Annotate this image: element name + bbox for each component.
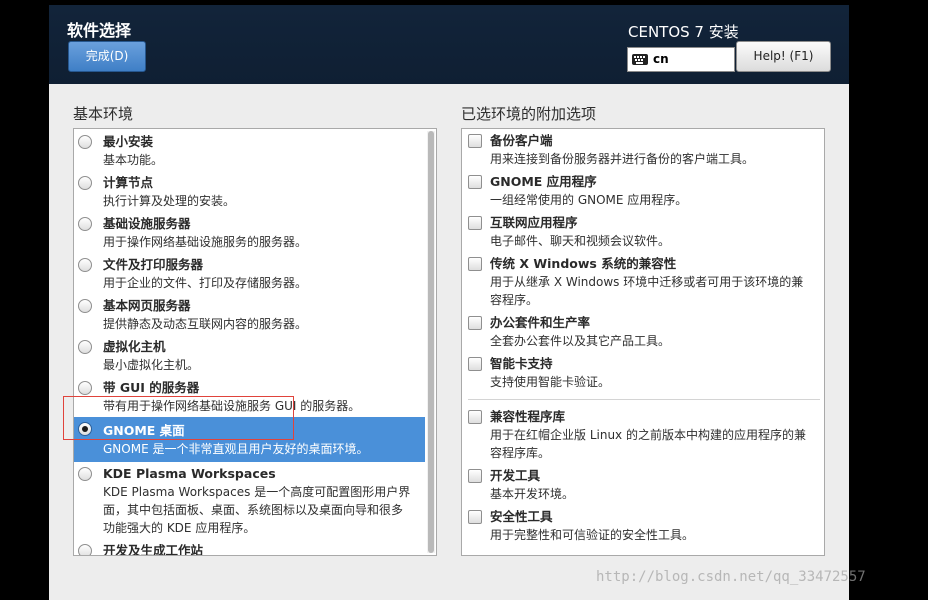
environment-option[interactable]: KDE Plasma Workspaces KDE Plasma Workspac… [74, 462, 425, 539]
addon-description: 电子邮件、聊天和视频会议软件。 [490, 234, 671, 248]
environment-description: KDE Plasma Workspaces 是一个高度可配置图形用户界面，其中包… [103, 485, 411, 535]
environment-option[interactable]: 开发及生成工作站用于软件、硬件、图形或者内容开发的工作站。 [74, 539, 425, 556]
radio-button[interactable] [78, 135, 92, 149]
install-title: CENTOS 7 安装 [628, 23, 739, 41]
radio-button[interactable] [78, 422, 92, 436]
addons-label: 已选环境的附加选项 [461, 105, 597, 123]
radio-button[interactable] [78, 176, 92, 190]
addon-description: 支持使用智能卡验证。 [490, 375, 611, 389]
environment-title: 基本网页服务器 [103, 298, 191, 313]
environment-option[interactable]: 带 GUI 的服务器带有用于操作网络基础设施服务 GUI 的服务器。 [74, 376, 425, 417]
addon-description: 用于从继承 X Windows 环境中迁移或者可用于该环境的兼容程序。 [490, 275, 804, 307]
environment-option[interactable]: 文件及打印服务器用于企业的文件、打印及存储服务器。 [74, 253, 425, 294]
environment-description: 提供静态及动态互联网内容的服务器。 [103, 317, 308, 331]
environment-title: KDE Plasma Workspaces [103, 466, 276, 481]
addon-option[interactable]: 安全性工具用于完整性和可信验证的安全性工具。 [462, 506, 824, 547]
done-button[interactable]: 完成(D) [68, 41, 146, 72]
radio-button[interactable] [78, 544, 92, 555]
env-list-scrollbar[interactable] [427, 131, 435, 553]
checkbox[interactable] [468, 469, 482, 483]
addon-divider [468, 399, 820, 400]
addon-description: 用来连接到备份服务器并进行备份的客户端工具。 [490, 152, 755, 166]
environment-title: 开发及生成工作站 [103, 543, 204, 556]
environment-title: 计算节点 [103, 175, 154, 190]
addon-description: 全套办公套件以及其它产品工具。 [490, 334, 671, 348]
header-bar: 软件选择 完成(D) CENTOS 7 安装 cn Help! (F1) [49, 5, 849, 84]
environment-option[interactable]: 基本网页服务器提供静态及动态互联网内容的服务器。 [74, 294, 425, 335]
environment-option[interactable]: 计算节点执行计算及处理的安装。 [74, 171, 425, 212]
checkbox[interactable] [468, 134, 482, 148]
checkbox[interactable] [468, 410, 482, 424]
radio-button[interactable] [78, 340, 92, 354]
addon-option[interactable]: 办公套件和生产率全套办公套件以及其它产品工具。 [462, 312, 824, 353]
watermark: http://blog.csdn.net/qq_33472557 [596, 569, 866, 585]
addon-title: 备份客户端 [490, 133, 553, 148]
environment-description: 最小虚拟化主机。 [103, 358, 200, 372]
environment-title: 最小安装 [103, 134, 154, 149]
environment-title: 文件及打印服务器 [103, 257, 204, 272]
environment-title: GNOME 桌面 [103, 423, 185, 438]
checkbox[interactable] [468, 216, 482, 230]
checkbox[interactable] [468, 175, 482, 189]
keyboard-icon [632, 54, 648, 65]
addon-title: 安全性工具 [490, 509, 553, 524]
environment-option[interactable]: 虚拟化主机最小虚拟化主机。 [74, 335, 425, 376]
base-environment-list: 最小安装基本功能。计算节点执行计算及处理的安装。 基础设施服务器用于操作网络基础设… [73, 128, 437, 556]
environment-option[interactable]: 基础设施服务器用于操作网络基础设施服务的服务器。 [74, 212, 425, 253]
environment-title: 带 GUI 的服务器 [103, 380, 200, 395]
radio-button[interactable] [78, 381, 92, 395]
addon-title: 开发工具 [490, 468, 541, 483]
addon-title: 智能卡支持 [490, 356, 553, 371]
addon-options-list: 备份客户端 用来连接到备份服务器并进行备份的客户端工具。 GNOME 应用程序 一组经… [461, 128, 825, 556]
addon-option[interactable]: GNOME 应用程序一组经常使用的 GNOME 应用程序。 [462, 171, 824, 212]
environment-description: 用于操作网络基础设施服务的服务器。 [103, 235, 308, 249]
addon-title: 传统 X Windows 系统的兼容性 [490, 256, 677, 271]
keyboard-layout-label: cn [653, 52, 669, 66]
environment-description: 基本功能。 [103, 153, 164, 167]
scrollbar-thumb[interactable] [428, 131, 434, 553]
base-environment-label: 基本环境 [73, 105, 134, 123]
addon-option[interactable]: 智能卡支持支持使用智能卡验证。 [462, 353, 824, 393]
checkbox[interactable] [468, 257, 482, 271]
addon-option[interactable]: 传统 X Windows 系统的兼容性用于从继承 X Windows 环境中迁移… [462, 253, 824, 312]
addon-option[interactable]: 备份客户端用来连接到备份服务器并进行备份的客户端工具。 [462, 130, 824, 171]
addon-title: GNOME 应用程序 [490, 174, 597, 189]
radio-button[interactable] [78, 467, 92, 481]
environment-description: 用于企业的文件、打印及存储服务器。 [103, 276, 308, 290]
help-button[interactable]: Help! (F1) [736, 41, 831, 72]
addon-description: 一组经常使用的 GNOME 应用程序。 [490, 193, 688, 207]
addon-option[interactable]: 互联网应用程序电子邮件、聊天和视频会议软件。 [462, 212, 824, 253]
environment-title: 虚拟化主机 [103, 339, 166, 354]
addon-title: 办公套件和生产率 [490, 315, 591, 330]
environment-description: 执行计算及处理的安装。 [103, 194, 236, 208]
environment-description: 带有用于操作网络基础设施服务 GUI 的服务器。 [103, 399, 361, 413]
addon-description: 基本开发环境。 [490, 487, 575, 501]
addon-option[interactable]: 兼容性程序库用于在红帽企业版 Linux 的之前版本中构建的应用程序的兼容程序库… [462, 406, 824, 465]
addon-description: 用于在红帽企业版 Linux 的之前版本中构建的应用程序的兼容程序库。 [490, 428, 806, 460]
addon-title: 兼容性程序库 [490, 409, 566, 424]
addon-title: 互联网应用程序 [490, 215, 578, 230]
radio-button[interactable] [78, 299, 92, 313]
radio-button[interactable] [78, 217, 92, 231]
environment-description: GNOME 是一个非常直观且用户友好的桌面环境。 [103, 442, 369, 456]
checkbox[interactable] [468, 510, 482, 524]
software-selection-window: 软件选择 完成(D) CENTOS 7 安装 cn Help! (F1) 基本环… [49, 5, 849, 600]
addon-option[interactable]: 开发工具基本开发环境。 [462, 465, 824, 506]
environment-option[interactable]: 最小安装 基本功能。 [74, 130, 425, 171]
keyboard-layout-indicator[interactable]: cn [627, 47, 735, 72]
addon-description: 用于完整性和可信验证的安全性工具。 [490, 528, 695, 542]
page-title: 软件选择 [67, 21, 132, 40]
checkbox[interactable] [468, 316, 482, 330]
checkbox[interactable] [468, 357, 482, 371]
radio-button[interactable] [78, 258, 92, 272]
environment-title: 基础设施服务器 [103, 216, 191, 231]
environment-option[interactable]: GNOME 桌面 GNOME 是一个非常直观且用户友好的桌面环境。 [74, 417, 425, 462]
